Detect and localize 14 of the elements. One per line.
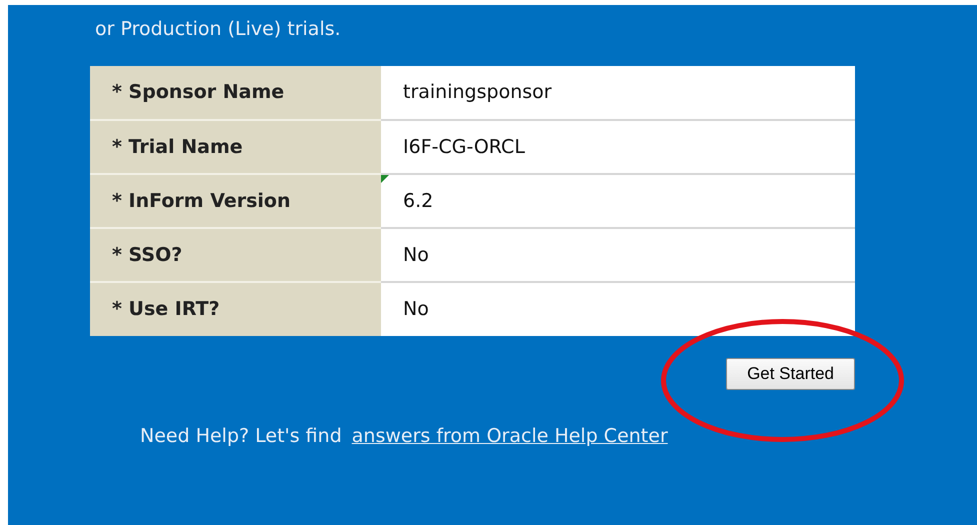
field-value: trainingsponsor xyxy=(381,66,855,120)
intro-text: or Production (Live) trials. xyxy=(95,17,342,42)
get-started-button[interactable]: Get Started xyxy=(726,358,855,390)
help-link[interactable]: answers from Oracle Help Center xyxy=(352,422,668,450)
field-value: No xyxy=(381,282,855,336)
field-value: I6F-CG-ORCL xyxy=(381,120,855,174)
field-label: * Use IRT? xyxy=(90,282,381,336)
field-label: * InForm Version xyxy=(90,174,381,228)
field-value: No xyxy=(381,228,855,282)
field-value: 6.2 xyxy=(381,174,855,228)
field-label: * Trial Name xyxy=(90,120,381,174)
help-text: Need Help? Let's find xyxy=(140,424,342,448)
field-label: * Sponsor Name xyxy=(90,66,381,120)
field-label: * SSO? xyxy=(90,228,381,282)
